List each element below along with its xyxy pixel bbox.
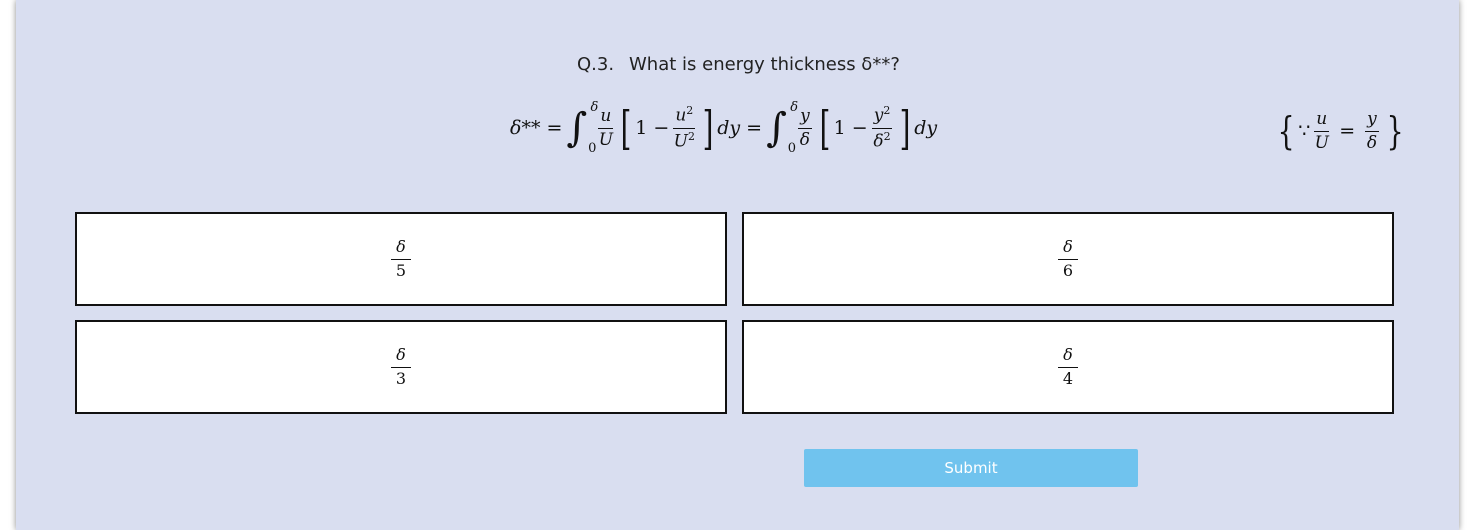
- eq-dy-2: dy: [914, 117, 938, 139]
- velocity-profile-note: { ∵ u U = y δ }: [1277, 108, 1404, 153]
- energy-thickness-equation: δ** = ∫ δ 0 u U [ 1 − u2 U2 ] dy = ∫ δ 0…: [510, 100, 938, 156]
- option-b[interactable]: δ 6: [742, 212, 1394, 306]
- submit-button[interactable]: Submit: [804, 449, 1138, 487]
- note-equals: =: [1339, 120, 1356, 142]
- option-b-fraction: δ 6: [1058, 238, 1078, 279]
- quiz-panel: Q.3. What is energy thickness δ**? δ** =…: [16, 0, 1459, 530]
- frac-u-over-U: u U: [598, 105, 614, 150]
- bracket-one-minus-1: 1 −: [635, 117, 670, 139]
- option-d[interactable]: δ 4: [742, 320, 1394, 414]
- eq-equals-1: =: [546, 117, 563, 139]
- option-a[interactable]: δ 5: [75, 212, 727, 306]
- frac-u2-over-U2: u2 U2: [673, 104, 696, 152]
- bracket-one-minus-2: 1 −: [833, 117, 868, 139]
- note-frac-y-over-delta: y δ: [1365, 108, 1379, 153]
- option-c[interactable]: δ 3: [75, 320, 727, 414]
- option-a-fraction: δ 5: [391, 238, 411, 279]
- eq-lhs: δ**: [510, 117, 541, 139]
- option-d-fraction: δ 4: [1058, 346, 1078, 387]
- question-text: What is energy thickness δ**?: [629, 54, 900, 75]
- eq-dy-1: dy: [717, 117, 741, 139]
- option-c-fraction: δ 3: [391, 346, 411, 387]
- question-number: Q.3.: [577, 54, 615, 75]
- note-frac-u-over-U: u U: [1314, 108, 1330, 153]
- frac-y2-over-delta2: y2 δ2: [871, 104, 893, 152]
- because-symbol: ∵: [1298, 120, 1311, 142]
- eq-equals-2: =: [746, 117, 763, 139]
- frac-y-over-delta: y δ: [798, 105, 812, 150]
- integral-1: ∫ δ 0: [566, 100, 599, 156]
- integral-2: ∫ δ 0: [766, 100, 799, 156]
